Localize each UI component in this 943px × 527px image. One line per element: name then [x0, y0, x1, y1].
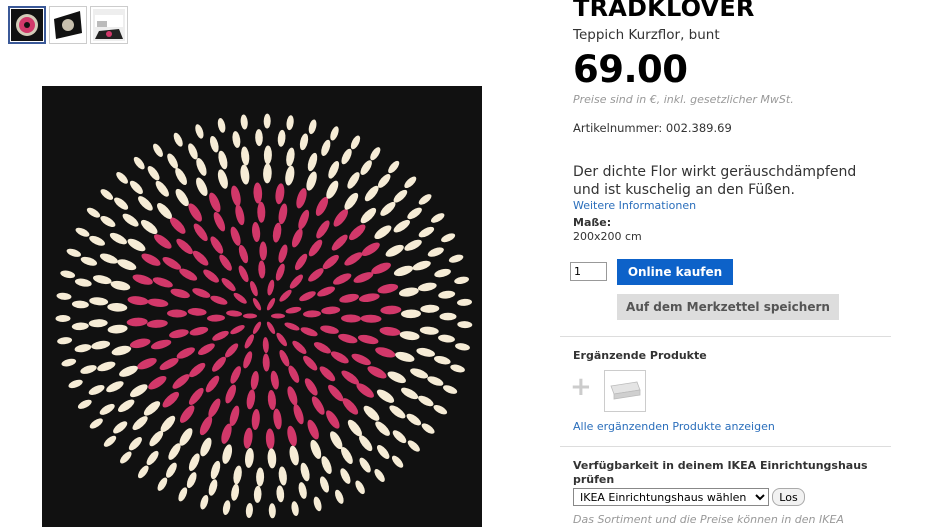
save-to-list-button[interactable]: Auf dem Merkzettel speichern [617, 294, 839, 320]
thumbnail-rug-room[interactable] [90, 6, 128, 44]
availability-title: Verfügbarkeit in deinem IKEA Einrichtung… [573, 459, 868, 486]
complementary-product-thumbnail[interactable] [604, 370, 646, 412]
rug-thumbnail-image [11, 9, 43, 41]
rug-underlay-icon [608, 377, 642, 405]
divider [560, 446, 891, 447]
complementary-products-title: Ergänzende Produkte [573, 349, 707, 362]
rug-angle-thumbnail-image [52, 9, 84, 41]
product-title: TRÄDKLÖVER [573, 0, 755, 22]
product-description: Der dichte Flor wirkt geräuschdämpfend u… [573, 164, 857, 198]
plus-icon: + [570, 372, 592, 402]
price-note: Preise sind in €, inkl. gesetzlicher MwS… [573, 93, 794, 106]
thumbnail-rug-angle[interactable] [49, 6, 87, 44]
more-info-link[interactable]: Weitere Informationen [573, 199, 696, 212]
thumbnail-rug-front[interactable] [8, 6, 46, 44]
product-price: 69.00 [573, 48, 688, 91]
quantity-input[interactable] [570, 262, 607, 281]
product-main-image [42, 86, 482, 527]
go-button[interactable]: Los [772, 488, 805, 506]
rug-petal [271, 313, 285, 319]
article-number: Artikelnummer: 002.389.69 [573, 121, 732, 135]
room-thumbnail-image [93, 9, 125, 41]
show-all-complementary-link[interactable]: Alle ergänzenden Produkte anzeigen [573, 420, 775, 433]
buy-online-button[interactable]: Online kaufen [617, 259, 733, 285]
product-subtitle: Teppich Kurzflor, bunt [573, 27, 720, 43]
thumbnail-strip [8, 6, 128, 44]
rug-petal [243, 313, 257, 319]
dimensions-label: Maße: [573, 216, 612, 229]
divider [560, 336, 891, 337]
dimensions-value: 200x200 cm [573, 230, 642, 243]
store-select[interactable]: IKEA Einrichtungshaus wählen [573, 488, 769, 506]
availability-note: Das Sortiment und die Preise können in d… [573, 513, 844, 526]
rug-petal [439, 312, 457, 321]
